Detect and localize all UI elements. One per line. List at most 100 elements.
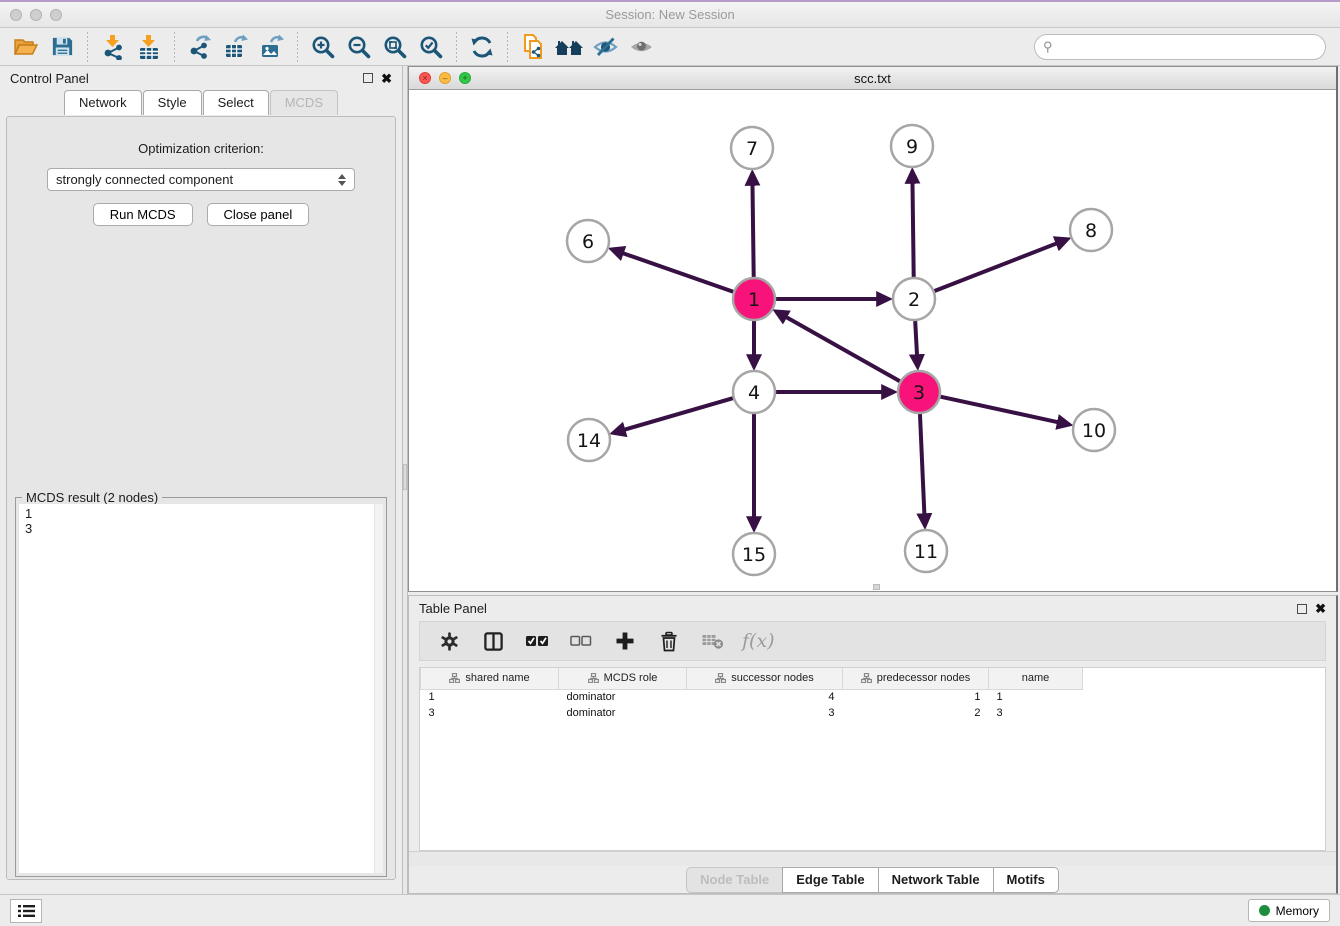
table-settings-button[interactable]: [434, 626, 464, 656]
tab-network[interactable]: Network: [64, 90, 142, 115]
tab-mcds[interactable]: MCDS: [270, 90, 338, 115]
table-cell[interactable]: 3: [687, 705, 843, 721]
memory-button[interactable]: Memory: [1248, 899, 1330, 922]
graph-node-1[interactable]: 1: [733, 278, 775, 320]
column-type-icon: [449, 673, 460, 683]
open-file-button[interactable]: [10, 32, 42, 62]
delete-table-icon: [701, 631, 725, 651]
copy-network-icon: [520, 33, 547, 60]
graph-node-10[interactable]: 10: [1073, 409, 1115, 451]
network-minimize-button[interactable]: –: [439, 72, 451, 84]
column-header-successor-nodes[interactable]: successor nodes: [687, 668, 843, 689]
delete-row-button[interactable]: [654, 626, 684, 656]
hide-selected-button[interactable]: [589, 32, 621, 62]
mcds-result-scrollbar[interactable]: [374, 504, 383, 873]
table-cell[interactable]: dominator: [559, 705, 687, 721]
export-table-icon: [223, 34, 249, 60]
graph-edge-3-11[interactable]: [920, 414, 924, 514]
tab-style[interactable]: Style: [143, 90, 202, 115]
table-cell[interactable]: 3: [421, 705, 559, 721]
table-cell[interactable]: 4: [687, 689, 843, 705]
graph-node-14[interactable]: 14: [568, 419, 610, 461]
close-window-button[interactable]: [10, 9, 22, 21]
float-table-panel-button[interactable]: [1297, 604, 1307, 614]
graph-edge-2-8[interactable]: [934, 243, 1056, 291]
new-network-from-selection-button[interactable]: [517, 32, 549, 62]
table-row[interactable]: 3dominator323: [421, 705, 1083, 721]
graph-edge-1-6[interactable]: [623, 253, 733, 292]
tab-network-table[interactable]: Network Table: [878, 867, 993, 893]
export-network-icon: [187, 34, 213, 60]
graph-node-6[interactable]: 6: [567, 220, 609, 262]
close-panel-icon-button[interactable]: ✖: [381, 72, 392, 85]
panel-divider-grip[interactable]: [403, 464, 407, 490]
graph-edge-2-9[interactable]: [912, 183, 913, 277]
column-header-shared-name[interactable]: shared name: [421, 668, 559, 689]
tab-node-table[interactable]: Node Table: [686, 867, 782, 893]
task-history-button[interactable]: [10, 899, 42, 923]
float-panel-button[interactable]: [363, 73, 373, 83]
checked-boxes-icon: [525, 633, 549, 649]
close-panel-button[interactable]: Close panel: [207, 203, 310, 226]
mcds-result-text[interactable]: 1 3: [19, 504, 383, 873]
add-row-button[interactable]: [610, 626, 640, 656]
run-mcds-button[interactable]: Run MCDS: [93, 203, 193, 226]
canvas-resize-grip[interactable]: [873, 584, 880, 590]
network-maximize-button[interactable]: +: [459, 72, 471, 84]
deselect-all-button[interactable]: [566, 626, 596, 656]
network-close-button[interactable]: ×: [419, 72, 431, 84]
tab-select[interactable]: Select: [203, 90, 269, 115]
graph-node-8[interactable]: 8: [1070, 209, 1112, 251]
graph-node-9[interactable]: 9: [891, 125, 933, 167]
toolbar-separator: [297, 32, 298, 62]
svg-text:15: 15: [742, 544, 766, 566]
first-neighbors-button[interactable]: [553, 32, 585, 62]
graph-node-15[interactable]: 15: [733, 533, 775, 575]
minimize-window-button[interactable]: [30, 9, 42, 21]
graph-edge-2-3[interactable]: [915, 321, 917, 355]
export-image-button[interactable]: [256, 32, 288, 62]
graph-edge-3-10[interactable]: [940, 397, 1057, 422]
table-cell[interactable]: 3: [989, 705, 1083, 721]
network-canvas[interactable]: 1 2 3 4 6 7 8 9 10 11 14 15: [409, 90, 1336, 591]
delete-table-button[interactable]: [698, 626, 728, 656]
save-session-button[interactable]: [46, 32, 78, 62]
import-table-button[interactable]: [133, 32, 165, 62]
graph-node-11[interactable]: 11: [905, 530, 947, 572]
zoom-selected-button[interactable]: [415, 32, 447, 62]
select-all-button[interactable]: [522, 626, 552, 656]
column-header-mcds-role[interactable]: MCDS role: [559, 668, 687, 689]
search-input[interactable]: [1034, 34, 1326, 60]
table-cell[interactable]: dominator: [559, 689, 687, 705]
show-column-panel-button[interactable]: [478, 626, 508, 656]
maximize-window-button[interactable]: [50, 9, 62, 21]
export-table-button[interactable]: [220, 32, 252, 62]
graph-node-3[interactable]: 3: [898, 371, 940, 413]
graph-node-2[interactable]: 2: [893, 278, 935, 320]
table-row[interactable]: 1dominator411: [421, 689, 1083, 705]
table-cell[interactable]: 2: [843, 705, 989, 721]
refresh-button[interactable]: [466, 32, 498, 62]
column-header-name[interactable]: name: [989, 668, 1083, 689]
zoom-out-button[interactable]: [343, 32, 375, 62]
zoom-in-button[interactable]: [307, 32, 339, 62]
graph-node-7[interactable]: 7: [731, 127, 773, 169]
zoom-fit-button[interactable]: [379, 32, 411, 62]
import-network-button[interactable]: [97, 32, 129, 62]
column-header-predecessor-nodes[interactable]: predecessor nodes: [843, 668, 989, 689]
tab-edge-table[interactable]: Edge Table: [782, 867, 877, 893]
function-builder-button[interactable]: f(x): [742, 630, 775, 652]
table-cell[interactable]: 1: [843, 689, 989, 705]
criterion-select[interactable]: strongly connected component: [47, 168, 355, 191]
tab-motifs[interactable]: Motifs: [993, 867, 1059, 893]
svg-text:14: 14: [577, 430, 601, 452]
close-table-panel-button[interactable]: ✖: [1315, 602, 1326, 615]
graph-edge-1-7[interactable]: [752, 185, 753, 277]
graph-node-4[interactable]: 4: [733, 371, 775, 413]
table-cell[interactable]: 1: [989, 689, 1083, 705]
export-network-button[interactable]: [184, 32, 216, 62]
graph-edge-3-1[interactable]: [786, 317, 900, 381]
table-cell[interactable]: 1: [421, 689, 559, 705]
show-all-button[interactable]: [625, 32, 657, 62]
graph-edge-4-14[interactable]: [625, 398, 733, 430]
